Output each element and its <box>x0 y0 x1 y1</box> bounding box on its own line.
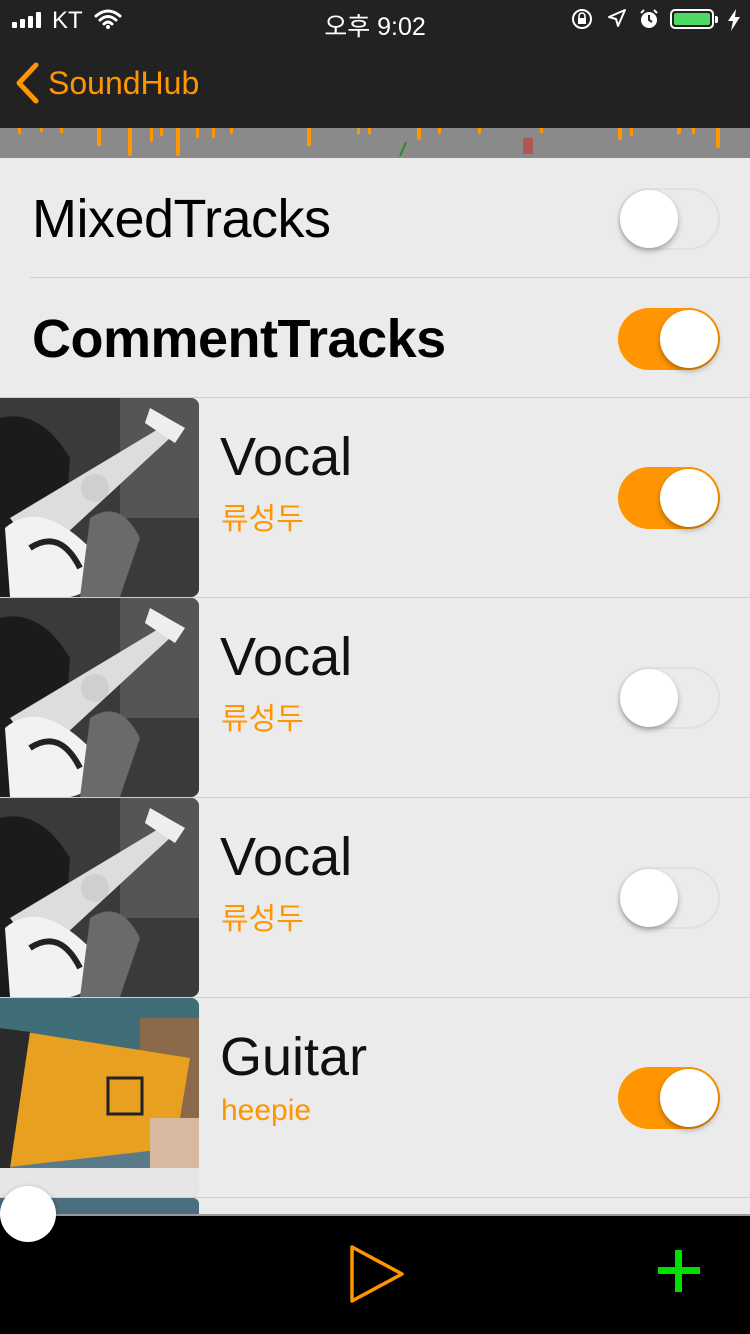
alarm-icon <box>640 9 658 28</box>
track-row[interactable]: Vocal 류성두 <box>0 798 750 998</box>
track-name: Vocal <box>220 627 353 687</box>
navigation-bar: SoundHub <box>0 40 750 128</box>
waveform <box>0 128 750 158</box>
guitarist-thumbnail <box>0 598 199 797</box>
track-toggle[interactable] <box>618 467 720 529</box>
guitarist-thumbnail <box>0 798 199 997</box>
battery-icon <box>670 9 718 29</box>
track-toggle[interactable] <box>618 867 720 929</box>
track-row[interactable]: Vocal 류성두 <box>0 398 750 598</box>
section-row-comment-tracks: CommentTracks <box>0 278 750 398</box>
track-row[interactable]: Vocal 류성두 <box>0 598 750 798</box>
track-name: Vocal <box>220 827 353 887</box>
cup-thumbnail <box>0 998 199 1197</box>
back-label: SoundHub <box>48 64 200 101</box>
orientation-lock-icon <box>572 9 592 29</box>
guitarist-thumbnail <box>0 398 199 597</box>
track-artist: 류성두 <box>221 503 304 536</box>
location-icon <box>608 9 626 27</box>
play-icon[interactable] <box>348 1243 406 1305</box>
track-artist: 류성두 <box>221 703 304 736</box>
charging-icon <box>728 9 740 31</box>
track-list: MixedTracks CommentTracks Vocal 류성두 Voca… <box>0 158 750 1216</box>
track-row[interactable]: Guitar heepie <box>0 998 750 1198</box>
track-name: Vocal <box>220 427 353 487</box>
track-toggle[interactable] <box>618 667 720 729</box>
track-toggle[interactable] <box>618 1067 720 1129</box>
track-artist: heepie <box>221 1094 312 1127</box>
track-name: Guitar <box>220 1027 368 1087</box>
back-button[interactable]: SoundHub <box>14 62 199 104</box>
section-row-mixed-tracks: MixedTracks <box>0 158 750 278</box>
playback-scrubber[interactable] <box>0 1186 56 1242</box>
comment-tracks-toggle[interactable] <box>618 308 720 370</box>
section-title: CommentTracks <box>32 309 446 369</box>
track-artist: 류성두 <box>221 903 304 936</box>
chevron-left-icon <box>16 62 39 104</box>
section-title: MixedTracks <box>32 189 331 249</box>
mixed-tracks-toggle[interactable] <box>618 188 720 250</box>
status-bar: KT 오후 9:02 <box>0 0 750 41</box>
plus-icon[interactable] <box>656 1248 702 1294</box>
